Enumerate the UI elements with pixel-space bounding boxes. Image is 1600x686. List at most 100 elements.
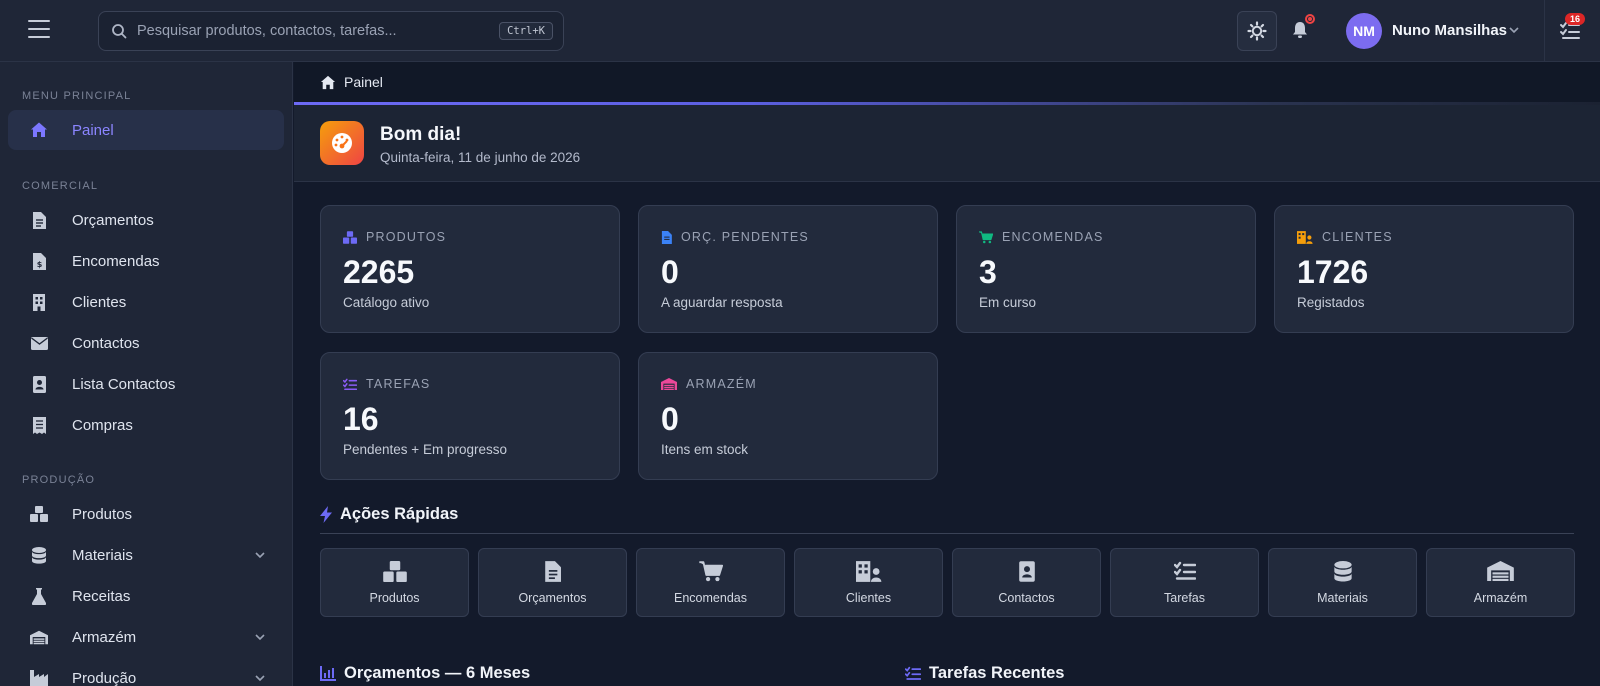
- sidebar-item-label: Lista Contactos: [72, 375, 176, 393]
- document-icon: [30, 211, 48, 229]
- stat-subtitle: Catálogo ativo: [343, 295, 430, 310]
- list-check-icon: [343, 378, 357, 390]
- breadcrumb: Painel: [294, 62, 1600, 102]
- flask-icon: [30, 587, 48, 605]
- quick-action-orcamentos[interactable]: Orçamentos: [478, 548, 627, 617]
- quick-action-materiais[interactable]: Materiais: [1268, 548, 1417, 617]
- chart-line-icon: [320, 666, 336, 681]
- sidebar-item-encomendas[interactable]: $ Encomendas: [8, 241, 284, 281]
- sidebar-item-orcamentos[interactable]: Orçamentos: [8, 200, 284, 240]
- greeting-date: Quinta-feira, 11 de junho de 2026: [380, 150, 581, 165]
- stat-value: 16: [343, 401, 379, 437]
- sidebar-item-painel[interactable]: Painel: [8, 110, 284, 150]
- quick-action-encomendas[interactable]: Encomendas: [636, 548, 785, 617]
- stat-card-encomendas[interactable]: ENCOMENDAS 3 Em curso: [956, 205, 1256, 333]
- stat-subtitle: Em curso: [979, 295, 1037, 310]
- list-check-icon: [1173, 561, 1196, 580]
- menu-toggle-icon[interactable]: [28, 20, 50, 40]
- sidebar-item-compras[interactable]: Compras: [8, 405, 284, 445]
- top-bar: Pesquisar produtos, contactos, tarefas..…: [0, 0, 1600, 62]
- stat-card-clientes[interactable]: CLIENTES 1726 Registados: [1274, 205, 1574, 333]
- topbar-divider: [1544, 0, 1545, 62]
- sidebar-item-produtos[interactable]: Produtos: [8, 494, 284, 534]
- sidebar-item-label: Armazém: [72, 628, 137, 646]
- sidebar-item-label: Materiais: [72, 546, 133, 564]
- stat-value: 2265: [343, 254, 415, 290]
- notification-dot: [1305, 14, 1315, 24]
- warehouse-icon: [661, 378, 677, 390]
- user-name[interactable]: Nuno Mansilhas: [1392, 22, 1507, 39]
- theme-toggle-button[interactable]: [1237, 11, 1277, 51]
- sidebar-item-label: Orçamentos: [72, 211, 154, 229]
- recent-tasks-title: Tarefas Recentes: [905, 664, 1064, 683]
- stat-card-orcamentos-pendentes[interactable]: ORÇ. PENDENTES 0 A aguardar resposta: [638, 205, 938, 333]
- cart-icon: [979, 230, 993, 243]
- stat-value: 0: [661, 254, 679, 290]
- quick-action-contactos[interactable]: Contactos: [952, 548, 1101, 617]
- chevron-down-icon[interactable]: [1508, 24, 1520, 36]
- sidebar-item-lista-contactos[interactable]: Lista Contactos: [8, 364, 284, 404]
- sidebar-item-label: Compras: [72, 416, 133, 434]
- sidebar-section-title: PRODUÇÃO: [22, 474, 96, 486]
- greeting-header: Bom dia! Quinta-feira, 11 de junho de 20…: [294, 105, 1600, 182]
- database-icon: [1333, 561, 1352, 582]
- tasks-count-badge: 16: [1565, 13, 1586, 25]
- sidebar-item-producao[interactable]: Produção: [8, 658, 284, 686]
- notifications-bell-icon[interactable]: [1290, 14, 1315, 42]
- stat-subtitle: Registados: [1297, 295, 1365, 310]
- stat-subtitle: A aguardar resposta: [661, 295, 783, 310]
- svg-text:$: $: [37, 260, 43, 269]
- avatar[interactable]: NM: [1346, 13, 1382, 49]
- address-book-icon: [30, 375, 48, 393]
- sidebar-item-armazem[interactable]: Armazém: [8, 617, 284, 657]
- sun-icon: [1247, 21, 1267, 41]
- stat-card-tarefas[interactable]: TAREFAS 16 Pendentes + Em progresso: [320, 352, 620, 480]
- breadcrumb-current: Painel: [344, 74, 383, 90]
- dashboard-gauge-icon: [320, 121, 364, 165]
- stat-label: TAREFAS: [366, 377, 431, 391]
- quick-action-tarefas[interactable]: Tarefas: [1110, 548, 1259, 617]
- invoice-icon: $: [30, 252, 48, 270]
- sidebar-item-label: Painel: [72, 121, 114, 139]
- address-book-icon: [1018, 561, 1035, 582]
- sidebar-section-title: MENU PRINCIPAL: [22, 90, 132, 102]
- stat-card-armazem[interactable]: ARMAZÉM 0 Itens em stock: [638, 352, 938, 480]
- sidebar: MENU PRINCIPAL Painel COMERCIAL Orçament…: [0, 62, 293, 686]
- building-user-icon: [855, 561, 881, 582]
- quick-action-clientes[interactable]: Clientes: [794, 548, 943, 617]
- warehouse-icon: [30, 628, 48, 646]
- sidebar-item-clientes[interactable]: Clientes: [8, 282, 284, 322]
- document-icon: [545, 561, 561, 582]
- quick-actions-title: Ações Rápidas: [320, 505, 458, 524]
- stat-label: ORÇ. PENDENTES: [681, 230, 809, 244]
- search-input[interactable]: Pesquisar produtos, contactos, tarefas..…: [137, 23, 499, 39]
- chevron-down-icon: [255, 634, 265, 641]
- document-icon: [661, 230, 672, 244]
- stat-value: 3: [979, 254, 997, 290]
- quick-action-armazem[interactable]: Armazém: [1426, 548, 1575, 617]
- chevron-down-icon: [255, 552, 265, 559]
- search-box[interactable]: Pesquisar produtos, contactos, tarefas..…: [98, 11, 564, 51]
- list-check-icon: [905, 666, 921, 680]
- sidebar-item-contactos[interactable]: Contactos: [8, 323, 284, 363]
- database-icon: [30, 546, 48, 564]
- home-icon[interactable]: [320, 75, 336, 90]
- search-icon: [112, 24, 127, 39]
- sidebar-item-materiais[interactable]: Materiais: [8, 535, 284, 575]
- sidebar-item-receitas[interactable]: Receitas: [8, 576, 284, 616]
- boxes-icon: [382, 561, 407, 582]
- stat-label: ARMAZÉM: [686, 377, 757, 391]
- sidebar-item-label: Clientes: [72, 293, 127, 311]
- warehouse-icon: [1487, 561, 1514, 581]
- stat-card-produtos[interactable]: PRODUTOS 2265 Catálogo ativo: [320, 205, 620, 333]
- greeting-title: Bom dia!: [380, 124, 462, 145]
- stat-subtitle: Pendentes + Em progresso: [343, 442, 507, 457]
- sidebar-section-title: COMERCIAL: [22, 180, 99, 192]
- quick-action-produtos[interactable]: Produtos: [320, 548, 469, 617]
- envelope-icon: [30, 334, 48, 352]
- building-user-icon: [1297, 230, 1313, 244]
- sidebar-item-label: Encomendas: [72, 252, 160, 270]
- boxes-icon: [343, 230, 357, 244]
- receipt-icon: [30, 416, 48, 434]
- boxes-icon: [30, 505, 48, 523]
